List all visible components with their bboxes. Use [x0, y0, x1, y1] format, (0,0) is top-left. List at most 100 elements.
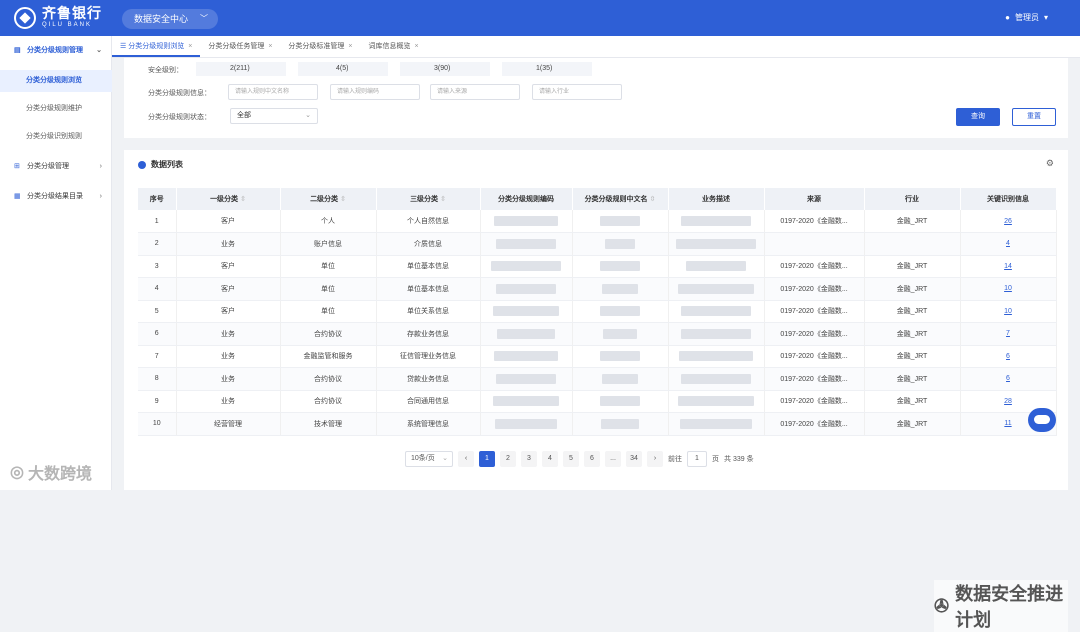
cell-key-info[interactable]: 7 — [960, 322, 1057, 346]
cell-key-info[interactable]: 10 — [960, 300, 1057, 323]
tab-rule-browse[interactable]: ☰ 分类分级规则浏览 × — [112, 36, 201, 57]
query-button[interactable]: 查询 — [956, 108, 1000, 126]
cell-level1: 业务 — [176, 232, 281, 256]
sidebar-group-rule-management[interactable]: ▤ 分类分级规则管理 ⌄ — [0, 40, 112, 62]
cell-source: 0197-2020《金融数... — [764, 412, 865, 436]
sort-icon[interactable]: ⇳ — [240, 196, 246, 203]
sort-icon[interactable]: ⇳ — [650, 196, 656, 203]
table-row[interactable]: 6 业务 合约协议 存款业务信息 0197-2020《金融数... 金融_JRT 7 — [138, 322, 1057, 346]
page-number-button[interactable]: 1 — [479, 451, 495, 467]
sidebar-item-rule-maintain[interactable]: 分类分级规则维护 — [0, 98, 112, 120]
page-size-value: 10条/页 — [411, 455, 435, 462]
table-row[interactable]: 3 客户 单位 单位基本信息 0197-2020《金融数... 金融_JRT 14 — [138, 255, 1057, 278]
assistant-robot-icon[interactable] — [1028, 408, 1056, 432]
sort-icon[interactable]: ⇳ — [340, 196, 346, 203]
page-ellipsis[interactable]: ... — [605, 451, 621, 467]
cell-key-info[interactable]: 26 — [960, 210, 1057, 233]
security-level-option[interactable]: 4(5) — [298, 62, 388, 76]
tab-standard-management[interactable]: 分类分级标准管理 × — [280, 36, 360, 57]
industry-input[interactable]: 请输入行业 — [532, 84, 622, 100]
cell-industry: 金融_JRT — [864, 412, 961, 436]
page-number-button[interactable]: 3 — [521, 451, 537, 467]
page-number-button[interactable]: 4 — [542, 451, 558, 467]
reset-button[interactable]: 重置 — [1012, 108, 1056, 126]
sidebar-group-classification[interactable]: ⊞ 分类分级管理 › — [0, 156, 112, 178]
sidebar-item-rule-browse[interactable]: 分类分级规则浏览 — [0, 70, 112, 92]
source-input[interactable]: 请输入来源 — [430, 84, 520, 100]
table-row[interactable]: 10 经营管理 技术管理 系统管理信息 0197-2020《金融数... 金融_JRT 11 — [138, 412, 1057, 436]
cell-key-info[interactable]: 10 — [960, 277, 1057, 301]
bank-logo[interactable]: 齐鲁银行 QILU BANK — [14, 6, 102, 29]
table-row[interactable]: 5 客户 单位 单位关系信息 0197-2020《金融数... 金融_JRT 10 — [138, 300, 1057, 323]
security-level-option[interactable]: 3(90) — [400, 62, 490, 76]
total-count: 共 339 条 — [724, 456, 754, 463]
cell-rule-code — [480, 300, 573, 323]
close-icon[interactable]: × — [268, 43, 272, 50]
cell-key-info[interactable]: 6 — [960, 367, 1057, 391]
close-icon[interactable]: × — [415, 43, 419, 50]
close-icon[interactable]: × — [348, 43, 352, 50]
sort-icon[interactable]: ⇳ — [440, 196, 446, 203]
cell-index: 3 — [138, 255, 177, 278]
cell-business-desc — [668, 255, 765, 278]
col-header-label: 三级分类 — [410, 196, 439, 203]
tab-label: 分类分级任务管理 — [208, 43, 265, 50]
table-row[interactable]: 4 客户 单位 单位基本信息 0197-2020《金融数... 金融_JRT 10 — [138, 277, 1057, 301]
page-number-button[interactable]: 2 — [500, 451, 516, 467]
table-row[interactable]: 2 业务 账户信息 介质信息 4 — [138, 232, 1057, 256]
page-size-select[interactable]: 10条/页 ⌄ — [405, 451, 453, 467]
page-number-button[interactable]: 5 — [563, 451, 579, 467]
col-header-rule-name[interactable]: 分类分级规则中文名 ⇳ — [572, 188, 669, 210]
next-page-button[interactable]: › — [647, 451, 663, 467]
cell-key-info[interactable]: 4 — [960, 232, 1057, 256]
user-menu[interactable]: ● 管理员 ▾ — [1005, 12, 1048, 23]
sidebar-group-result-catalog[interactable]: ▦ 分类分级结果目录 › — [0, 186, 112, 208]
cell-level1: 业务 — [176, 345, 281, 368]
rule-status-select[interactable]: 全部 ⌄ — [230, 108, 318, 124]
cell-business-desc — [668, 232, 765, 256]
close-icon[interactable]: × — [188, 43, 192, 50]
rule-info-label: 分类分级规则信息： — [148, 90, 211, 97]
col-header-level3[interactable]: 三级分类 ⇳ — [376, 188, 481, 210]
caret-down-icon: ▾ — [1043, 13, 1048, 22]
chevron-down-icon: ⌄ — [96, 47, 102, 54]
cell-index: 5 — [138, 300, 177, 323]
security-level-label: 安全级别： — [148, 67, 183, 74]
table-row[interactable]: 1 客户 个人 个人自然信息 0197-2020《金融数... 金融_JRT 26 — [138, 210, 1057, 233]
col-header-level1[interactable]: 一级分类 ⇳ — [176, 188, 281, 210]
redacted-block — [493, 396, 559, 407]
rule-code-input[interactable]: 请输入规则编码 — [330, 84, 420, 100]
cell-index: 9 — [138, 390, 177, 413]
security-level-option[interactable]: 2(211) — [196, 62, 286, 76]
cell-business-desc — [668, 300, 765, 323]
col-header-rule-code: 分类分级规则编码 — [480, 188, 573, 210]
cell-level3: 存款业务信息 — [376, 322, 481, 346]
col-header-level2[interactable]: 二级分类 ⇳ — [280, 188, 377, 210]
page-number-button[interactable]: 34 — [626, 451, 642, 467]
security-level-option[interactable]: 1(35) — [502, 62, 592, 76]
cell-source: 0197-2020《金融数... — [764, 390, 865, 413]
cell-key-info[interactable]: 6 — [960, 345, 1057, 368]
rule-name-input[interactable]: 请输入规则中文名称 — [228, 84, 318, 100]
table-row[interactable]: 8 业务 合约协议 贷款业务信息 0197-2020《金融数... 金融_JRT 6 — [138, 367, 1057, 391]
list-icon: ▦ — [14, 193, 21, 200]
page-number-button[interactable]: 6 — [584, 451, 600, 467]
redacted-block — [602, 283, 638, 294]
table-row[interactable]: 7 业务 金融监管和服务 征信管理业务信息 0197-2020《金融数... 金融_JRT… — [138, 345, 1057, 368]
cell-rule-name — [572, 367, 669, 391]
cell-level3: 征信管理业务信息 — [376, 345, 481, 368]
table-row[interactable]: 9 业务 合约协议 合同通用信息 0197-2020《金融数... 金融_JRT 28 — [138, 390, 1057, 413]
jump-page-input[interactable]: 1 — [687, 451, 707, 467]
watermark-caption: ✇ 数据安全推进计划 — [934, 580, 1068, 632]
cell-key-info[interactable]: 14 — [960, 255, 1057, 278]
sidebar-item-recognition-rule[interactable]: 分类分级识别规则 — [0, 126, 112, 148]
redacted-block — [497, 328, 555, 339]
tab-task-management[interactable]: 分类分级任务管理 × — [200, 36, 280, 57]
chevron-down-icon: ﹀ — [200, 14, 208, 23]
prev-page-button[interactable]: ‹ — [458, 451, 474, 467]
cell-level1: 业务 — [176, 390, 281, 413]
tab-lexicon-overview[interactable]: 词库信息概览 × — [361, 36, 427, 57]
center-selector[interactable]: 数据安全中心 ﹀ — [122, 9, 218, 29]
cell-rule-name — [572, 210, 669, 233]
gear-icon[interactable]: ⚙ — [1046, 158, 1054, 169]
